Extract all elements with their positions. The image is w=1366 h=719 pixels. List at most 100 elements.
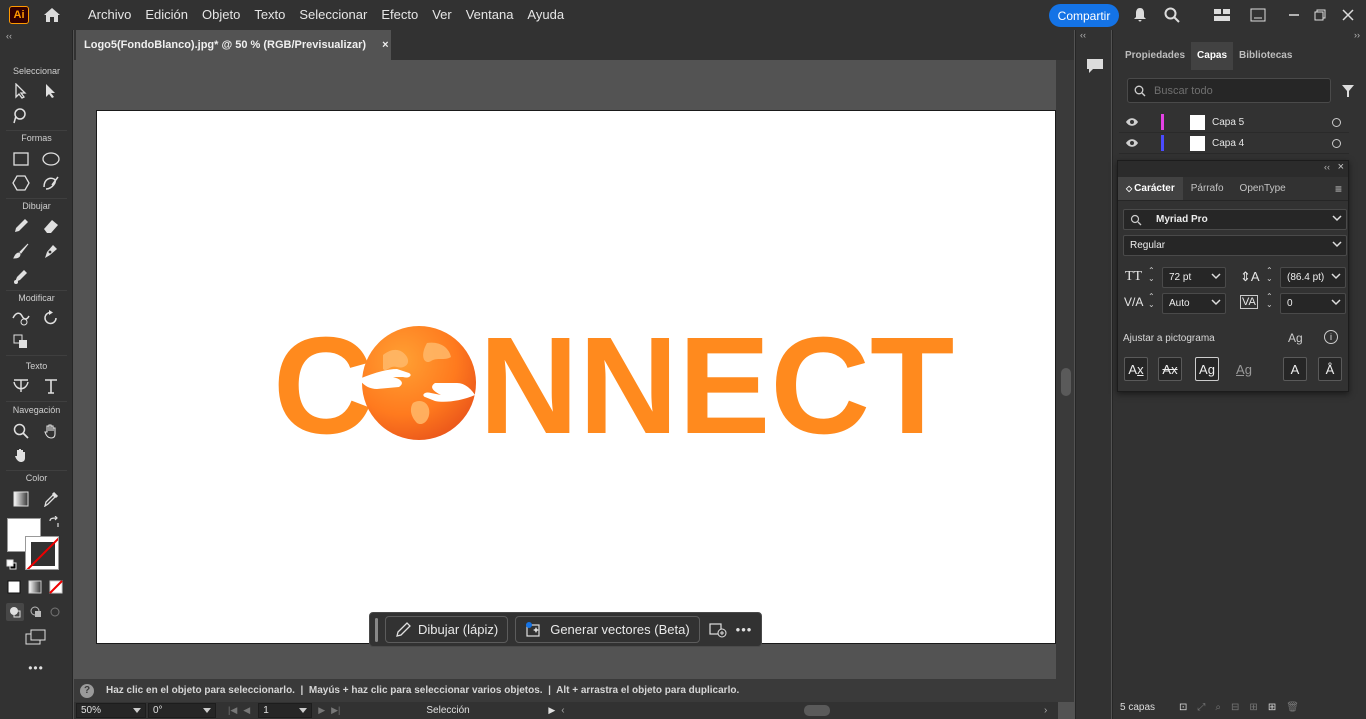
pen-tool-icon[interactable] bbox=[40, 241, 62, 261]
polygon-tool-icon[interactable] bbox=[10, 173, 32, 193]
zoom-tool-icon[interactable] bbox=[10, 421, 32, 441]
delete-layer-icon[interactable]: 🗑 bbox=[1286, 702, 1299, 713]
layer-row[interactable]: Capa 4 bbox=[1119, 133, 1349, 154]
direct-selection-tool-icon[interactable] bbox=[40, 81, 62, 101]
font-family-select[interactable]: Myriad Pro bbox=[1123, 209, 1347, 230]
blob-brush-tool-icon[interactable] bbox=[10, 266, 32, 286]
draw-behind-icon[interactable] bbox=[27, 603, 45, 621]
share-button[interactable]: Compartir bbox=[1049, 4, 1119, 27]
menu-ventana[interactable]: Ventana bbox=[459, 0, 521, 30]
window-minimize-icon[interactable] bbox=[1248, 5, 1268, 25]
restore-icon[interactable] bbox=[1310, 5, 1330, 25]
snap-baseline-icon[interactable]: Ax bbox=[1124, 357, 1148, 381]
font-style-select[interactable]: Regular bbox=[1123, 235, 1347, 256]
paintbrush-tool-icon[interactable] bbox=[10, 241, 32, 261]
menu-archivo[interactable]: Archivo bbox=[81, 0, 138, 30]
eraser-tool-icon[interactable] bbox=[40, 216, 62, 236]
magic-wand-tool-icon[interactable] bbox=[10, 106, 32, 126]
layer-target-icon[interactable] bbox=[1332, 138, 1341, 148]
new-sublayer-icon[interactable]: ⊞ bbox=[1249, 702, 1257, 713]
rectangle-tool-icon[interactable] bbox=[10, 149, 32, 169]
rotation-select[interactable]: 0° bbox=[148, 703, 216, 718]
close-document-icon[interactable]: × bbox=[382, 39, 388, 51]
menu-edicion[interactable]: Edición bbox=[138, 0, 195, 30]
draw-normal-icon[interactable] bbox=[6, 603, 24, 621]
color-mode-icon[interactable] bbox=[6, 579, 22, 595]
current-tool-name[interactable]: Selección bbox=[426, 705, 536, 716]
artboard-select[interactable]: 1 bbox=[258, 703, 313, 718]
bell-icon[interactable] bbox=[1130, 5, 1150, 25]
layers-search-input[interactable]: Buscar todo bbox=[1127, 78, 1331, 103]
eyedropper-tool-icon[interactable] bbox=[40, 489, 62, 509]
draw-inside-icon[interactable] bbox=[46, 603, 64, 621]
visibility-eye-icon[interactable] bbox=[1125, 117, 1139, 127]
kerning-select[interactable]: Auto bbox=[1162, 293, 1226, 314]
default-colors-icon[interactable] bbox=[4, 557, 18, 571]
snap-glyph-options-icon[interactable]: Ag bbox=[1288, 331, 1303, 345]
leading-input[interactable]: (86.4 pt) bbox=[1280, 267, 1346, 288]
artboard[interactable]: C NNECT bbox=[96, 110, 1056, 644]
connect-logo[interactable]: C NNECT bbox=[97, 111, 1057, 645]
generate-vectors-button[interactable]: Generar vectores (Beta) bbox=[515, 616, 700, 643]
snap-angular-icon[interactable]: A bbox=[1283, 357, 1307, 381]
expand-panel-icon[interactable]: ›› bbox=[1354, 30, 1360, 40]
help-icon[interactable]: ? bbox=[80, 683, 94, 698]
type-tool-icon[interactable] bbox=[40, 376, 62, 396]
document-tab[interactable]: Logo5(FondoBlanco).jpg* @ 50 % (RGB/Prev… bbox=[76, 30, 391, 60]
stroke-swatch[interactable] bbox=[25, 536, 59, 570]
vertical-scrollbar[interactable] bbox=[1056, 60, 1074, 702]
panel-menu-icon[interactable]: ≡ bbox=[1329, 177, 1348, 200]
status-menu-arrow-icon[interactable]: ▶ bbox=[548, 705, 555, 716]
tab-libraries[interactable]: Bibliotecas bbox=[1233, 42, 1298, 70]
collect-for-export-icon[interactable]: ⊡ bbox=[1179, 702, 1187, 713]
vertical-scroll-thumb[interactable] bbox=[1061, 368, 1071, 396]
tracking-stepper[interactable]: ⌃ ⌄ bbox=[1266, 293, 1273, 309]
close-panel-icon[interactable]: × bbox=[1338, 161, 1344, 173]
first-artboard-icon[interactable]: |◀ bbox=[228, 705, 237, 716]
none-mode-icon[interactable] bbox=[48, 579, 64, 595]
close-icon[interactable] bbox=[1338, 5, 1358, 25]
snap-x-height-icon[interactable]: Ax bbox=[1158, 357, 1182, 381]
collapse-dock-icon[interactable]: ‹‹ bbox=[1080, 30, 1086, 40]
menu-seleccionar[interactable]: Seleccionar bbox=[292, 0, 374, 30]
warp-tool-icon[interactable] bbox=[10, 308, 32, 328]
minimize-icon[interactable] bbox=[1284, 5, 1304, 25]
tab-layers[interactable]: Capas bbox=[1191, 42, 1234, 70]
rotate-tool-icon[interactable] bbox=[40, 308, 62, 328]
menu-objeto[interactable]: Objeto bbox=[195, 0, 247, 30]
locate-object-icon[interactable]: ⤢ bbox=[1197, 702, 1205, 713]
tab-properties[interactable]: Propiedades bbox=[1119, 42, 1191, 70]
more-options-icon[interactable]: ••• bbox=[736, 622, 753, 637]
layer-target-icon[interactable] bbox=[1332, 117, 1341, 127]
new-layer-icon[interactable]: ⊞ bbox=[1268, 702, 1276, 713]
tab-character[interactable]: ◇ Carácter bbox=[1118, 177, 1183, 200]
last-artboard-icon[interactable]: ▶| bbox=[331, 705, 340, 716]
horizontal-scroll-thumb[interactable] bbox=[804, 705, 830, 716]
pencil-tool-icon[interactable] bbox=[10, 216, 32, 236]
scroll-right-icon[interactable]: › bbox=[1044, 705, 1047, 716]
rotate-view-tool-icon[interactable] bbox=[10, 445, 32, 465]
tab-paragraph[interactable]: Párrafo bbox=[1183, 177, 1232, 200]
zoom-select[interactable]: 50% bbox=[76, 703, 146, 718]
more-tools-icon[interactable]: ••• bbox=[24, 660, 48, 676]
scroll-left-icon[interactable]: ‹ bbox=[561, 705, 564, 716]
search-layer-icon[interactable]: ⌕ bbox=[1215, 702, 1221, 713]
canvas-area[interactable]: C NNECT bbox=[74, 60, 1058, 679]
collapse-panel-icon[interactable]: ‹‹ bbox=[1324, 162, 1330, 172]
search-icon[interactable] bbox=[1162, 5, 1182, 25]
layer-name[interactable]: Capa 4 bbox=[1212, 138, 1332, 149]
visibility-eye-icon[interactable] bbox=[1125, 138, 1139, 148]
menu-ayuda[interactable]: Ayuda bbox=[520, 0, 571, 30]
workspace-layout-icon[interactable] bbox=[1212, 5, 1232, 25]
gradient-tool-icon[interactable] bbox=[10, 489, 32, 509]
draw-pencil-button[interactable]: Dibujar (lápiz) bbox=[385, 616, 509, 643]
next-artboard-icon[interactable]: ▶ bbox=[318, 705, 325, 716]
comments-icon[interactable] bbox=[1085, 56, 1105, 76]
clipping-mask-icon[interactable]: ⊟ bbox=[1231, 702, 1239, 713]
menu-efecto[interactable]: Efecto bbox=[374, 0, 425, 30]
layer-name[interactable]: Capa 5 bbox=[1212, 117, 1332, 128]
tracking-select[interactable]: 0 bbox=[1280, 293, 1346, 314]
menu-ver[interactable]: Ver bbox=[425, 0, 459, 30]
shaper-tool-icon[interactable] bbox=[40, 173, 62, 193]
snap-anchor-icon[interactable]: Å bbox=[1318, 357, 1342, 381]
